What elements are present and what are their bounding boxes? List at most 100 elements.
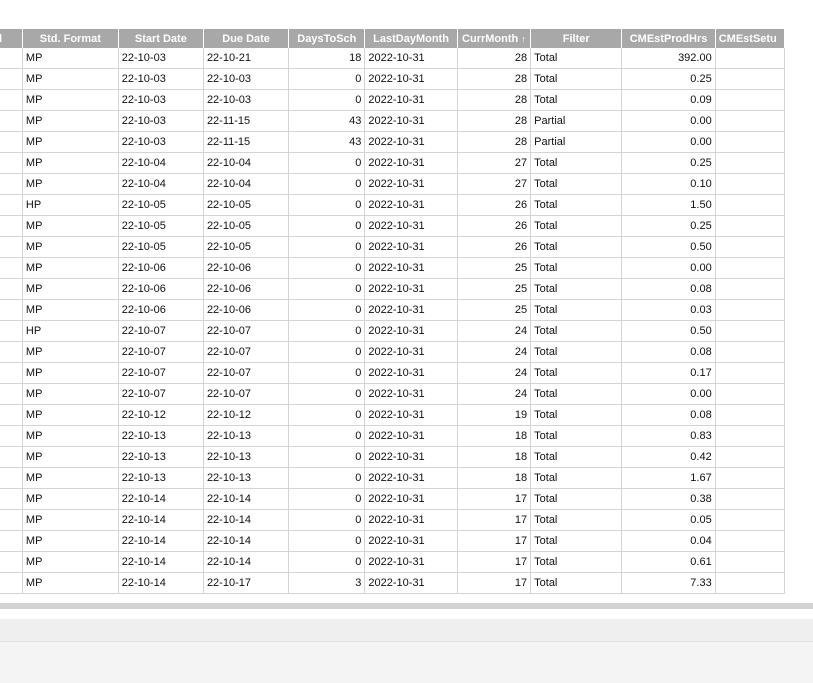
- cell-format[interactable]: HP: [22, 320, 119, 342]
- table-row[interactable]: 0000MP22-10-0722-10-0702022-10-3124Total…: [0, 362, 786, 384]
- cell-start[interactable]: 22-10-14: [118, 530, 204, 552]
- cell-std[interactable]: 0000: [0, 299, 23, 321]
- cell-filter[interactable]: Total: [530, 404, 623, 426]
- cell-hrs[interactable]: 0.42: [621, 446, 716, 468]
- cell-days[interactable]: 18: [288, 48, 366, 69]
- cell-start[interactable]: 22-10-14: [118, 488, 204, 510]
- cell-filter[interactable]: Total: [530, 320, 623, 342]
- table-row[interactable]: 0000MP22-10-1422-10-1402022-10-3117Total…: [0, 488, 786, 510]
- cell-hrs[interactable]: 0.08: [621, 404, 716, 426]
- cell-setup[interactable]: [715, 48, 786, 69]
- cell-std[interactable]: 0000: [0, 320, 23, 342]
- horizontal-scrollbar[interactable]: [0, 603, 813, 609]
- column-header-due-date[interactable]: Due Date: [203, 29, 290, 48]
- cell-hrs[interactable]: 7.33: [621, 572, 716, 594]
- cell-setup[interactable]: [715, 236, 786, 258]
- table-row[interactable]: 0000HP22-10-0522-10-0502022-10-3126Total…: [0, 194, 786, 216]
- cell-lastday[interactable]: 2022-10-31: [364, 299, 458, 321]
- cell-filter[interactable]: Partial: [530, 110, 623, 132]
- cell-hrs[interactable]: 0.10: [621, 173, 716, 195]
- cell-filter[interactable]: Total: [530, 383, 623, 405]
- cell-start[interactable]: 22-10-14: [118, 551, 204, 573]
- cell-format[interactable]: MP: [22, 131, 119, 153]
- cell-std[interactable]: 0000: [0, 467, 23, 489]
- cell-setup[interactable]: [715, 383, 786, 405]
- cell-setup[interactable]: [715, 362, 786, 384]
- cell-filter[interactable]: Total: [530, 446, 623, 468]
- cell-start[interactable]: 22-10-05: [118, 194, 204, 216]
- cell-curr[interactable]: 27: [457, 152, 532, 174]
- cell-lastday[interactable]: 2022-10-31: [364, 509, 458, 531]
- cell-due[interactable]: 22-10-03: [203, 68, 290, 90]
- cell-format[interactable]: MP: [22, 425, 119, 447]
- cell-curr[interactable]: 17: [457, 530, 532, 552]
- cell-hrs[interactable]: 0.04: [621, 530, 716, 552]
- cell-curr[interactable]: 17: [457, 551, 532, 573]
- cell-start[interactable]: 22-10-06: [118, 278, 204, 300]
- cell-due[interactable]: 22-10-14: [203, 530, 290, 552]
- cell-hrs[interactable]: 0.50: [621, 320, 716, 342]
- table-row[interactable]: 0000HP22-10-0722-10-0702022-10-3124Total…: [0, 320, 786, 342]
- cell-lastday[interactable]: 2022-10-31: [364, 257, 458, 279]
- column-header-curr-month[interactable]: CurrMonth ↑: [457, 29, 532, 48]
- cell-std[interactable]: 0000: [0, 236, 23, 258]
- cell-days[interactable]: 0: [288, 509, 366, 531]
- table-row[interactable]: 0000MP22-10-1422-10-1402022-10-3117Total…: [0, 551, 786, 573]
- cell-due[interactable]: 22-10-13: [203, 446, 290, 468]
- cell-std[interactable]: 0000: [0, 68, 23, 90]
- cell-setup[interactable]: [715, 320, 786, 342]
- cell-hrs[interactable]: 0.00: [621, 110, 716, 132]
- cell-setup[interactable]: [715, 551, 786, 573]
- cell-days[interactable]: 0: [288, 425, 366, 447]
- cell-hrs[interactable]: 0.38: [621, 488, 716, 510]
- cell-setup[interactable]: [715, 509, 786, 531]
- cell-start[interactable]: 22-10-03: [118, 89, 204, 111]
- cell-std[interactable]: 0000: [0, 110, 23, 132]
- cell-start[interactable]: 22-10-13: [118, 425, 204, 447]
- cell-format[interactable]: MP: [22, 530, 119, 552]
- cell-setup[interactable]: [715, 425, 786, 447]
- cell-due[interactable]: 22-10-05: [203, 215, 290, 237]
- cell-setup[interactable]: [715, 446, 786, 468]
- table-row[interactable]: 0000MP22-10-0422-10-0402022-10-3127Total…: [0, 173, 786, 195]
- cell-filter[interactable]: Total: [530, 215, 623, 237]
- cell-format[interactable]: MP: [22, 509, 119, 531]
- cell-due[interactable]: 22-10-04: [203, 173, 290, 195]
- cell-curr[interactable]: 18: [457, 425, 532, 447]
- table-row[interactable]: 0000MP22-10-0322-10-21182022-10-3128Tota…: [0, 48, 786, 69]
- cell-setup[interactable]: [715, 467, 786, 489]
- cell-due[interactable]: 22-10-07: [203, 341, 290, 363]
- cell-format[interactable]: HP: [22, 194, 119, 216]
- cell-curr[interactable]: 17: [457, 572, 532, 594]
- table-row[interactable]: 0000MP22-10-1322-10-1302022-10-3118Total…: [0, 446, 786, 468]
- cell-days[interactable]: 0: [288, 488, 366, 510]
- cell-filter[interactable]: Total: [530, 299, 623, 321]
- cell-std[interactable]: 0000: [0, 404, 23, 426]
- cell-format[interactable]: MP: [22, 173, 119, 195]
- column-header-last-day-month[interactable]: LastDayMonth: [364, 29, 458, 48]
- cell-std[interactable]: 0000: [0, 89, 23, 111]
- cell-lastday[interactable]: 2022-10-31: [364, 362, 458, 384]
- cell-due[interactable]: 22-11-15: [203, 110, 290, 132]
- cell-days[interactable]: 0: [288, 257, 366, 279]
- cell-curr[interactable]: 24: [457, 383, 532, 405]
- cell-lastday[interactable]: 2022-10-31: [364, 404, 458, 426]
- cell-hrs[interactable]: 0.08: [621, 341, 716, 363]
- column-header-days-to-sch[interactable]: DaysToSch: [288, 29, 366, 48]
- cell-filter[interactable]: Total: [530, 362, 623, 384]
- cell-start[interactable]: 22-10-14: [118, 572, 204, 594]
- cell-lastday[interactable]: 2022-10-31: [364, 488, 458, 510]
- cell-lastday[interactable]: 2022-10-31: [364, 110, 458, 132]
- cell-start[interactable]: 22-10-06: [118, 299, 204, 321]
- cell-hrs[interactable]: 0.08: [621, 278, 716, 300]
- cell-hrs[interactable]: 0.05: [621, 509, 716, 531]
- cell-setup[interactable]: [715, 404, 786, 426]
- cell-lastday[interactable]: 2022-10-31: [364, 383, 458, 405]
- cell-curr[interactable]: 28: [457, 110, 532, 132]
- cell-std[interactable]: 0000: [0, 383, 23, 405]
- cell-hrs[interactable]: 0.09: [621, 89, 716, 111]
- table-row[interactable]: 0000MP22-10-1422-10-1402022-10-3117Total…: [0, 509, 786, 531]
- cell-curr[interactable]: 26: [457, 236, 532, 258]
- cell-days[interactable]: 0: [288, 68, 366, 90]
- cell-curr[interactable]: 25: [457, 299, 532, 321]
